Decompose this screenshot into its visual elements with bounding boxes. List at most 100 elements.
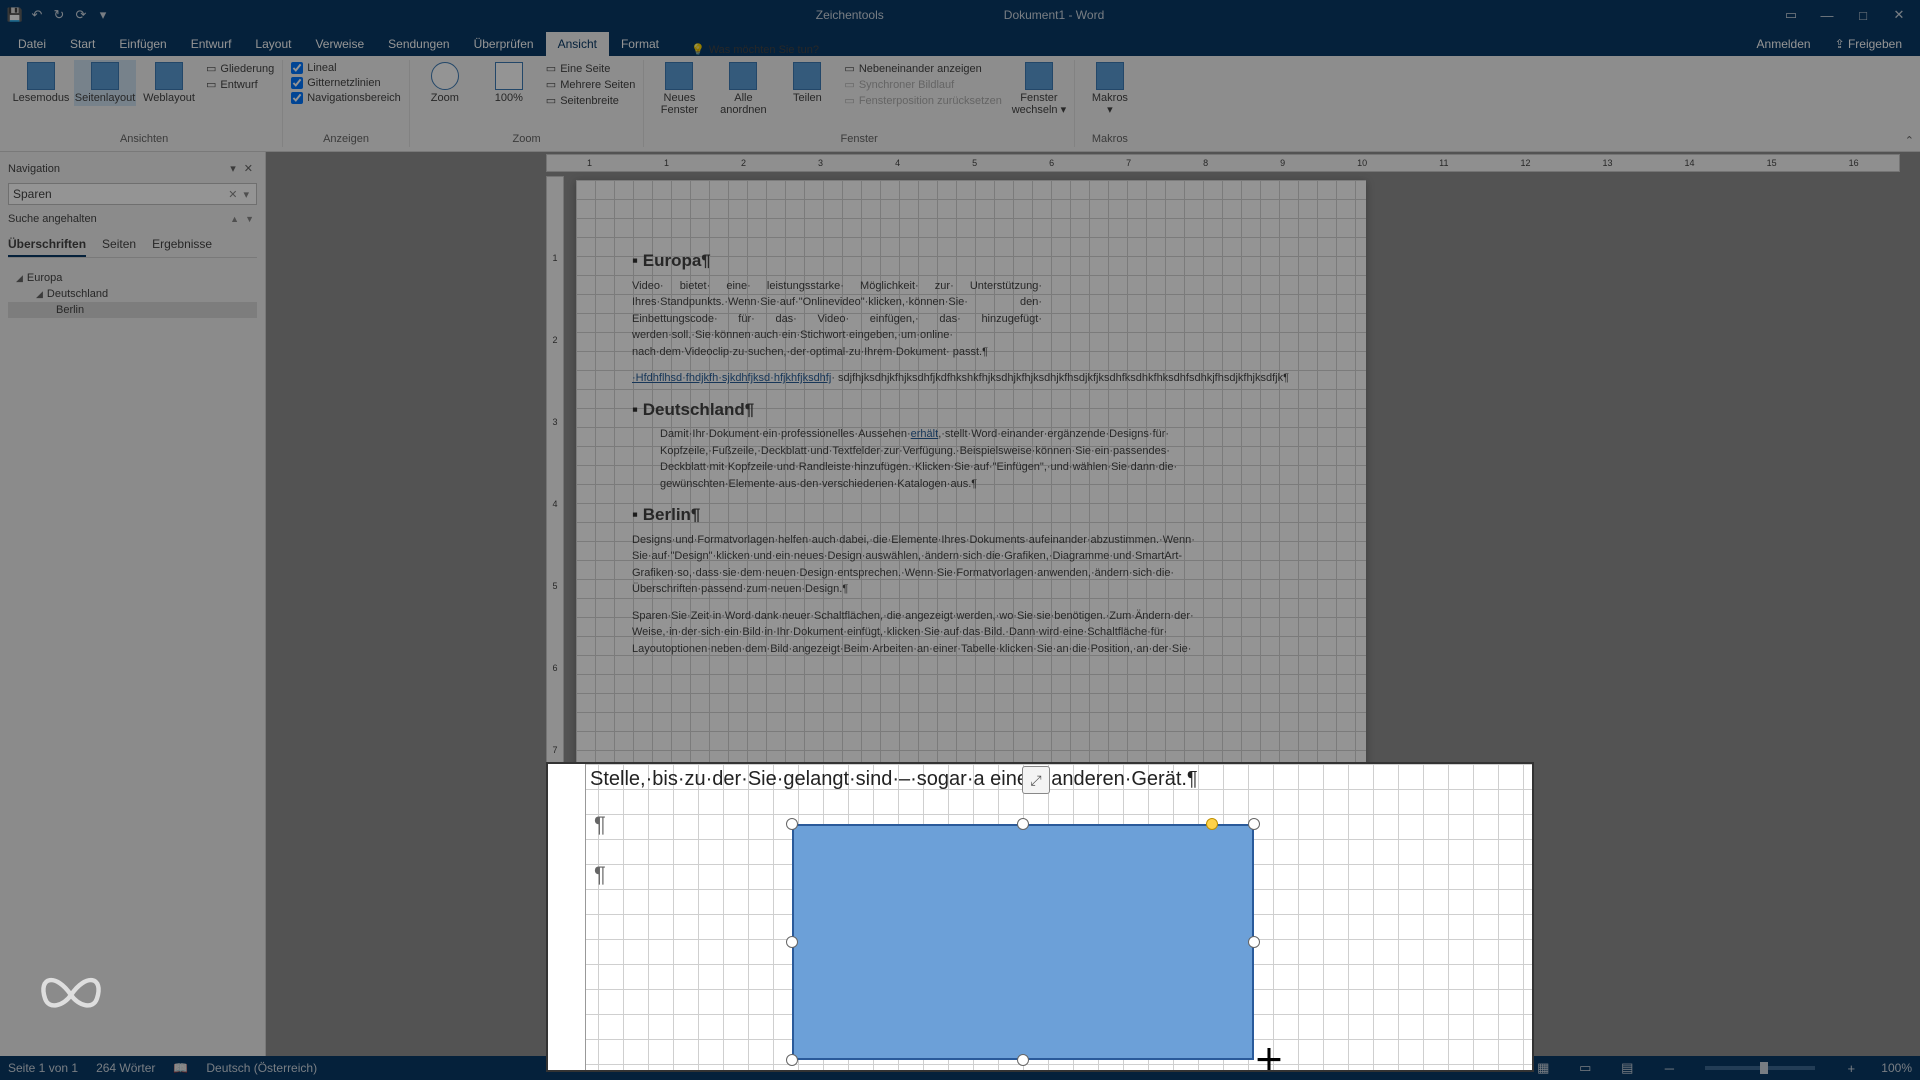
resize-handle-ne[interactable]	[1248, 818, 1260, 830]
horizontal-ruler[interactable]: 11234567891011121314151617	[546, 154, 1900, 172]
resize-handle-e[interactable]	[1248, 936, 1260, 948]
paragraph[interactable]: Damit·Ihr·Dokument·ein·professionelles·A…	[660, 426, 1310, 492]
resize-handle-w[interactable]	[786, 936, 798, 948]
paragraph[interactable]: Designs·und·Formatvorlagen·helfen·auch·d…	[632, 532, 1310, 598]
tab-sendungen[interactable]: Sendungen	[376, 32, 461, 56]
nav-search-dropdown-icon[interactable]: ▾	[240, 188, 252, 201]
gitter-checkbox[interactable]: Gitternetzlinien	[291, 77, 401, 89]
nav-title: Navigation ▾ ✕	[8, 162, 257, 175]
view-read-icon[interactable]: ▦	[1531, 1060, 1555, 1076]
navpane-checkbox[interactable]: Navigationsbereich	[291, 92, 401, 104]
heading-berlin[interactable]: Berlin¶	[632, 502, 1310, 528]
zoom-100-label: 100%	[495, 92, 523, 104]
tab-ueberpruefen[interactable]: Überprüfen	[462, 32, 546, 56]
lesemodus-button[interactable]: Lesemodus	[10, 60, 72, 106]
gliederung-button[interactable]: ▭Gliederung	[206, 62, 274, 75]
group-ansichten: Lesemodus Seitenlayout Weblayout ▭Gliede…	[6, 60, 283, 147]
nav-tab-pages[interactable]: Seiten	[102, 233, 136, 257]
maximize-icon[interactable]: □	[1846, 3, 1880, 27]
neues-fenster-button[interactable]: Neues Fenster	[648, 60, 710, 118]
nav-tab-headings[interactable]: Überschriften	[8, 233, 86, 257]
qat-dropdown-icon[interactable]: ▾	[94, 6, 112, 24]
view-print-icon[interactable]: ▭	[1573, 1060, 1597, 1076]
zoom-slider[interactable]	[1705, 1066, 1815, 1070]
nav-tab-results[interactable]: Ergebnisse	[152, 233, 212, 257]
hyperlink[interactable]: ·Hfdhflhsd·fhdjkfh·sjkdhfjksd·hfjkhfjksd…	[632, 372, 831, 384]
minimize-icon[interactable]: —	[1810, 3, 1844, 27]
tab-datei[interactable]: Datei	[6, 32, 58, 56]
ribbon-options-icon[interactable]: ▭	[1774, 3, 1808, 27]
ruler-tick: 2	[741, 158, 746, 168]
hyperlink[interactable]: erhält	[911, 428, 939, 440]
lineal-checkbox[interactable]: Lineal	[291, 62, 401, 74]
nav-node-berlin[interactable]: Berlin	[8, 302, 257, 318]
collapse-ribbon-icon[interactable]: ⌃	[1905, 134, 1914, 147]
sign-in-button[interactable]: Anmelden	[1749, 32, 1819, 56]
zoom-100-button[interactable]: 100%	[478, 60, 540, 106]
repeat-icon[interactable]: ⟳	[72, 6, 90, 24]
status-proofing-icon[interactable]: 📖	[173, 1061, 188, 1075]
status-language[interactable]: Deutsch (Österreich)	[206, 1061, 317, 1075]
nav-prev-icon[interactable]: ▲	[227, 214, 242, 224]
view-web-icon[interactable]: ▤	[1615, 1060, 1639, 1076]
nebeneinander-button[interactable]: ▭Nebeneinander anzeigen	[844, 62, 1001, 75]
undo-icon[interactable]: ↶	[28, 6, 46, 24]
tab-einfuegen[interactable]: Einfügen	[107, 32, 178, 56]
entwurf-button[interactable]: ▭Entwurf	[206, 78, 274, 91]
zoom-level[interactable]: 100%	[1881, 1061, 1912, 1075]
heading-europa[interactable]: Europa¶	[632, 248, 1310, 274]
zoom-out-icon[interactable]: ─	[1657, 1061, 1681, 1076]
tell-me[interactable]: 💡 Was möchten Sie tun?	[691, 43, 819, 56]
paragraph[interactable]: Video· bietet· eine· leistungsstarke· Mö…	[632, 278, 1042, 361]
eine-seite-button[interactable]: ▭Eine Seite	[546, 62, 636, 75]
resize-handle-s[interactable]	[1017, 1054, 1029, 1066]
nav-node-europa[interactable]: ◢Europa	[8, 270, 257, 286]
save-icon[interactable]: 💾	[6, 6, 24, 24]
tab-format[interactable]: Format	[609, 32, 671, 56]
nav-search[interactable]: ✕ ▾	[8, 183, 257, 205]
fenster-wechseln-button[interactable]: Fenster wechseln ▾	[1008, 60, 1070, 118]
zoom-button[interactable]: Zoom	[414, 60, 476, 106]
status-page[interactable]: Seite 1 von 1	[8, 1061, 78, 1075]
nav-next-icon[interactable]: ▼	[242, 214, 257, 224]
weblayout-button[interactable]: Weblayout	[138, 60, 200, 106]
layout-options-icon[interactable]: ⤢	[1022, 766, 1050, 794]
outline-icon: ▭	[206, 62, 216, 75]
paragraph[interactable]: ·Hfdhflhsd·fhdjkfh·sjkdhfjksd·hfjkhfjksd…	[632, 370, 1310, 387]
tab-verweise[interactable]: Verweise	[303, 32, 376, 56]
alle-anordnen-button[interactable]: Alle anordnen	[712, 60, 774, 118]
reset-pos-button[interactable]: ▭Fensterposition zurücksetzen	[844, 94, 1001, 107]
tell-me-label: Was möchten Sie tun?	[709, 44, 819, 56]
tab-ansicht[interactable]: Ansicht	[546, 32, 609, 56]
nav-search-clear-icon[interactable]: ✕	[225, 188, 240, 201]
sync-scroll-button[interactable]: ▭Synchroner Bildlauf	[844, 78, 1001, 91]
resize-handle-n[interactable]	[1017, 818, 1029, 830]
tab-start[interactable]: Start	[58, 32, 107, 56]
resize-handle-sw[interactable]	[786, 1054, 798, 1066]
hundred-icon	[495, 62, 523, 90]
heading-deutschland[interactable]: Deutschland¶	[632, 397, 1310, 423]
paragraph[interactable]: Sparen·Sie·Zeit·in·Word·dank·neuer·Schal…	[632, 608, 1310, 658]
nav-close-icon[interactable]: ✕	[240, 162, 257, 175]
nav-node-deutschland[interactable]: ◢Deutschland	[8, 286, 257, 302]
navpane-label: Navigationsbereich	[307, 92, 401, 104]
close-icon[interactable]: ✕	[1882, 3, 1916, 27]
nav-search-input[interactable]	[13, 187, 225, 201]
tab-layout[interactable]: Layout	[243, 32, 303, 56]
tab-entwurf[interactable]: Entwurf	[179, 32, 244, 56]
mehrere-seiten-button[interactable]: ▭Mehrere Seiten	[546, 78, 636, 91]
redo-icon[interactable]: ↻	[50, 6, 68, 24]
sync-label: Synchroner Bildlauf	[859, 79, 954, 91]
seitenlayout-button[interactable]: Seitenlayout	[74, 60, 136, 106]
zoom-in-icon[interactable]: +	[1839, 1061, 1863, 1076]
rotate-handle[interactable]	[1206, 818, 1218, 830]
teilen-button[interactable]: Teilen	[776, 60, 838, 106]
makros-button[interactable]: Makros ▾	[1079, 60, 1141, 118]
zoom-text-line[interactable]: Stelle,·bis·zu·der·Sie·gelangt·sind·–·so…	[590, 768, 1198, 791]
selected-rectangle-shape[interactable]	[792, 824, 1254, 1060]
resize-handle-nw[interactable]	[786, 818, 798, 830]
status-words[interactable]: 264 Wörter	[96, 1061, 155, 1075]
seitenbreite-button[interactable]: ▭Seitenbreite	[546, 94, 636, 107]
nav-pin-icon[interactable]: ▾	[226, 162, 240, 175]
share-button[interactable]: ⇪ Freigeben	[1827, 32, 1910, 56]
